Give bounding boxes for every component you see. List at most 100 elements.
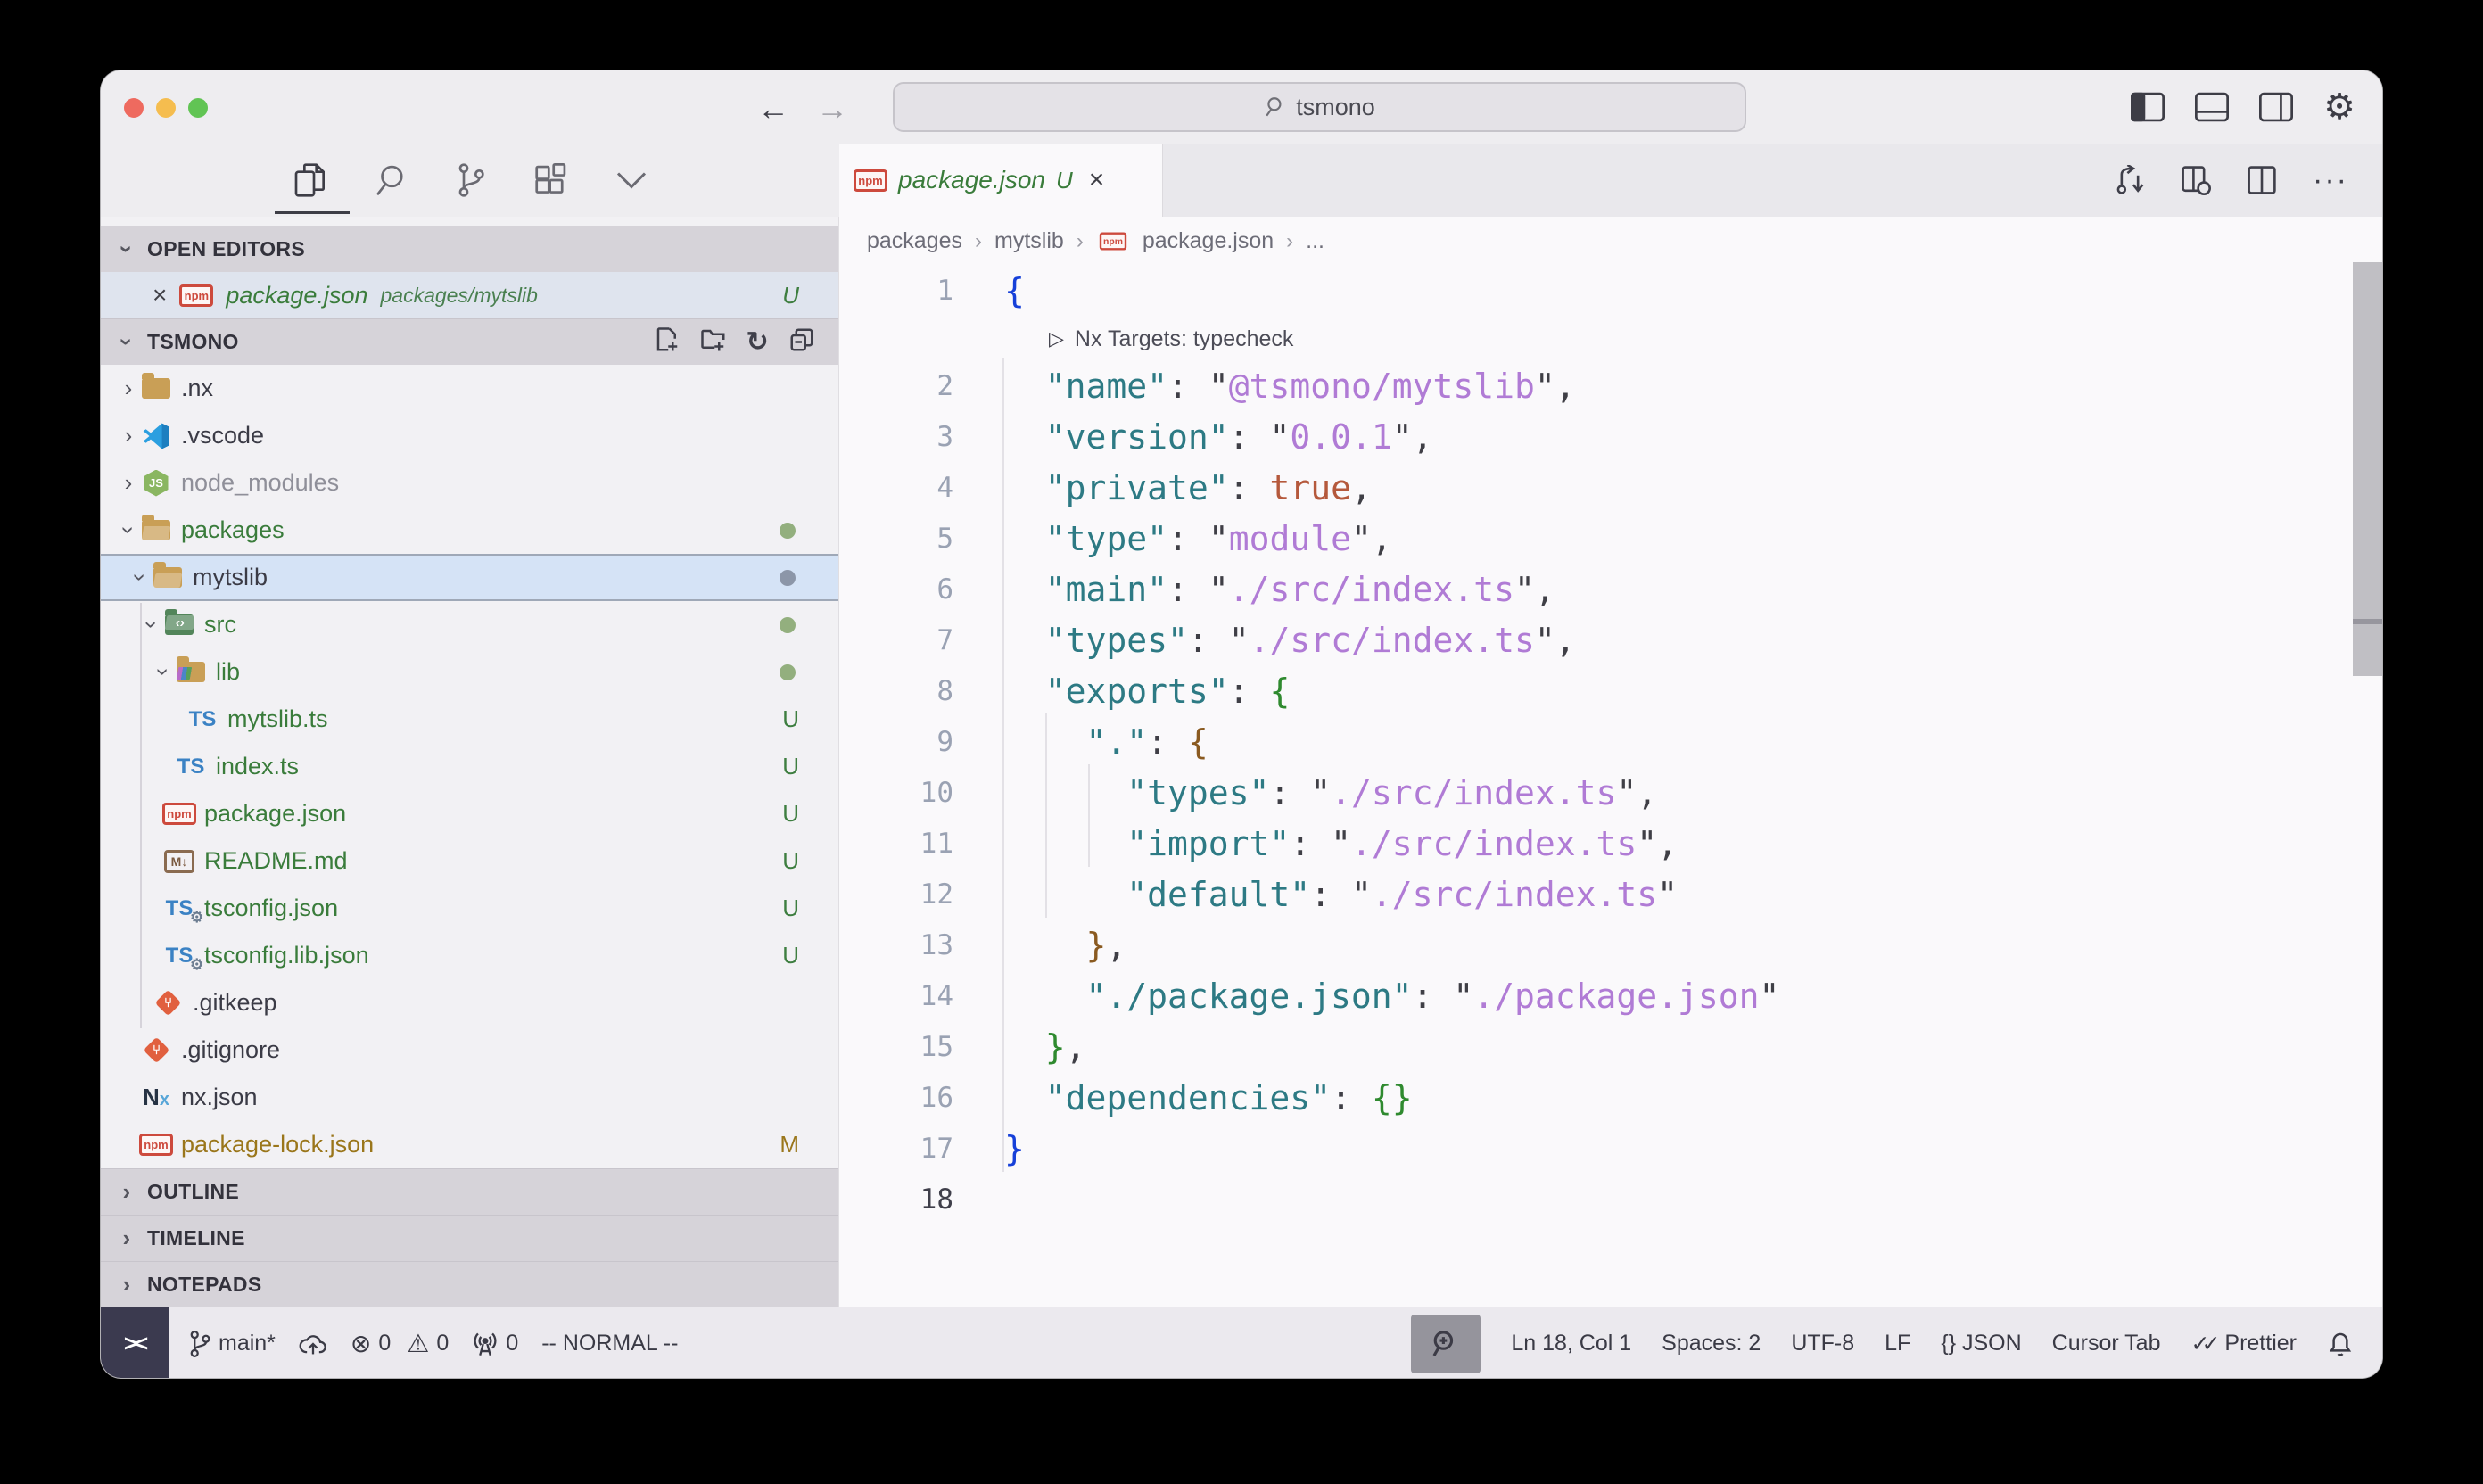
code-line-6[interactable]: 6 "main": "./src/index.ts", <box>839 565 2383 615</box>
compare-changes-icon[interactable] <box>2115 165 2145 195</box>
tree-item-readme-md[interactable]: M↓README.mdU <box>101 837 838 885</box>
code-line-16[interactable]: 16 "dependencies": {} <box>839 1073 2383 1124</box>
more-actions-icon[interactable]: ··· <box>2313 163 2348 198</box>
refresh-icon[interactable]: ↻ <box>747 326 769 358</box>
chevron-icon: › <box>115 519 143 542</box>
tree-item--gitkeep[interactable]: ⑂.gitkeep <box>101 979 838 1026</box>
code-area[interactable]: 1{▷Nx Targets: typecheck2 "name": "@tsmo… <box>839 266 2383 1225</box>
ports-indicator[interactable]: 0 <box>472 1331 518 1357</box>
back-arrow-icon[interactable]: ← <box>757 90 789 128</box>
tab-package-json[interactable]: npm package.json U × <box>839 144 1163 217</box>
tree-item-node-modules[interactable]: ›JSnode_modules <box>101 459 838 507</box>
indentation-setting[interactable]: Spaces: 2 <box>1662 1331 1761 1356</box>
git-status-badge: U <box>782 895 799 922</box>
code-line-3[interactable]: 3 "version": "0.0.1", <box>839 412 2383 463</box>
git-status-badge: M <box>780 1131 799 1158</box>
open-editors-header[interactable]: › OPEN EDITORS <box>101 226 838 272</box>
code-line-2[interactable]: 2 "name": "@tsmono/mytslib", <box>839 361 2383 412</box>
line-content: "import": "./src/index.ts", <box>1004 819 1678 870</box>
tree-item-packages[interactable]: ›packages <box>101 507 838 554</box>
remote-indicator[interactable]: >< <box>101 1307 169 1380</box>
code-line-5[interactable]: 5 "type": "module", <box>839 514 2383 565</box>
extensions-icon[interactable] <box>533 162 569 198</box>
vim-mode-indicator[interactable]: -- NORMAL -- <box>541 1331 678 1356</box>
new-file-icon[interactable] <box>654 326 681 353</box>
code-line-15[interactable]: 15 }, <box>839 1022 2383 1073</box>
code-line-14[interactable]: 14 "./package.json": "./package.json" <box>839 971 2383 1022</box>
tree-item-mytslib[interactable]: ›mytslib <box>101 554 838 601</box>
code-line-7[interactable]: 7 "types": "./src/index.ts", <box>839 615 2383 666</box>
tab-close-icon[interactable]: × <box>1089 165 1105 195</box>
traffic-close-button[interactable] <box>124 98 144 118</box>
split-editor-icon[interactable] <box>2247 165 2277 195</box>
tree-item--gitignore[interactable]: ⑂.gitignore <box>101 1026 838 1074</box>
code-line-1[interactable]: 1{ <box>839 266 2383 317</box>
tree-item-label: .vscode <box>181 422 264 449</box>
settings-gear-icon[interactable]: ⚙ <box>2323 89 2355 125</box>
code-line-11[interactable]: 11 "import": "./src/index.ts", <box>839 819 2383 870</box>
open-changes-icon[interactable] <box>2181 165 2211 195</box>
problems-indicator[interactable]: ⊗ 0 ⚠ 0 <box>351 1329 449 1358</box>
tree-item-tsconfig-lib-json[interactable]: TS⚙tsconfig.lib.jsonU <box>101 932 838 979</box>
tree-item-package-json[interactable]: npmpackage.jsonU <box>101 790 838 837</box>
panel-header-timeline[interactable]: ›TIMELINE <box>101 1215 838 1261</box>
collapse-all-icon[interactable] <box>788 326 815 353</box>
traffic-minimize-button[interactable] <box>156 98 176 118</box>
code-line-4[interactable]: 4 "private": true, <box>839 463 2383 514</box>
source-control-icon[interactable] <box>453 162 489 198</box>
tree-item--nx[interactable]: ›.nx <box>101 365 838 412</box>
breadcrumb-mytslib[interactable]: mytslib <box>994 228 1064 254</box>
command-center-search[interactable]: tsmono <box>893 82 1746 132</box>
toggle-panel-icon[interactable] <box>2195 92 2229 122</box>
git-icon: ⑂ <box>154 990 181 1017</box>
code-line-13[interactable]: 13 }, <box>839 920 2383 971</box>
tree-item-nx-json[interactable]: Nxnx.json <box>101 1074 838 1121</box>
breadcrumb-symbol[interactable]: ... <box>1306 228 1324 254</box>
tree-item-label: tsconfig.json <box>204 895 338 922</box>
open-editor-item[interactable]: × npm package.json packages/mytslib U <box>101 272 838 318</box>
code-line-12[interactable]: 12 "default": "./src/index.ts" <box>839 870 2383 920</box>
close-editor-icon[interactable]: × <box>153 281 167 309</box>
tree-item-src[interactable]: ›src <box>101 601 838 648</box>
breadcrumb-file[interactable]: package.json <box>1143 228 1274 254</box>
language-mode[interactable]: {} JSON <box>1941 1331 2021 1356</box>
code-line-8[interactable]: 8 "exports": { <box>839 666 2383 717</box>
tree-item-tsconfig-json[interactable]: TS⚙tsconfig.jsonU <box>101 885 838 932</box>
breadcrumb-packages[interactable]: packages <box>867 228 962 254</box>
panel-header-notepads[interactable]: ›NOTEPADS <box>101 1261 838 1307</box>
cursor-tab-toggle[interactable]: Cursor Tab <box>2052 1331 2161 1356</box>
error-icon: ⊗ <box>351 1329 371 1358</box>
explorer-icon[interactable] <box>293 162 328 198</box>
tree-item--vscode[interactable]: ›.vscode <box>101 412 838 459</box>
tree-item-package-lock-json[interactable]: npmpackage-lock.jsonM <box>101 1121 838 1168</box>
panel-header-outline[interactable]: ›OUTLINE <box>101 1168 838 1215</box>
traffic-zoom-button[interactable] <box>188 98 208 118</box>
vertical-scrollbar[interactable] <box>2353 262 2382 676</box>
chevron-down-icon[interactable] <box>614 162 649 198</box>
explorer-header[interactable]: › TSMONO ↻ <box>101 318 838 365</box>
codelens-nx-targets[interactable]: ▷Nx Targets: typecheck <box>839 317 2383 361</box>
chevron-expanded-icon: › <box>113 331 141 354</box>
forward-arrow-icon[interactable]: → <box>816 90 848 128</box>
cursor-position[interactable]: Ln 18, Col 1 <box>1511 1331 1631 1356</box>
code-line-18[interactable]: 18 <box>839 1175 2383 1225</box>
search-view-icon[interactable] <box>373 162 408 198</box>
formatter-indicator[interactable]: ✓✓ Prettier <box>2191 1331 2297 1357</box>
code-line-17[interactable]: 17} <box>839 1124 2383 1175</box>
code-line-9[interactable]: 9 ".": { <box>839 717 2383 768</box>
tree-item-mytslib-ts[interactable]: TSmytslib.tsU <box>101 696 838 743</box>
branch-indicator[interactable]: main* <box>188 1331 276 1357</box>
notifications-bell-icon[interactable] <box>2327 1330 2354 1358</box>
new-folder-icon[interactable] <box>700 326 727 353</box>
toggle-primary-sidebar-icon[interactable] <box>2131 92 2165 122</box>
eol-setting[interactable]: LF <box>1885 1331 1910 1356</box>
code-line-10[interactable]: 10 "types": "./src/index.ts", <box>839 768 2383 819</box>
toggle-secondary-sidebar-icon[interactable] <box>2259 92 2293 122</box>
radio-tower-icon <box>472 1331 499 1357</box>
tree-item-lib[interactable]: ›lib <box>101 648 838 696</box>
tree-item-index-ts[interactable]: TSindex.tsU <box>101 743 838 790</box>
encoding-setting[interactable]: UTF-8 <box>1791 1331 1854 1356</box>
chevron-expanded-icon: › <box>113 237 141 260</box>
sync-changes-button[interactable] <box>299 1332 327 1356</box>
screencast-zoom-button[interactable] <box>1411 1315 1481 1373</box>
